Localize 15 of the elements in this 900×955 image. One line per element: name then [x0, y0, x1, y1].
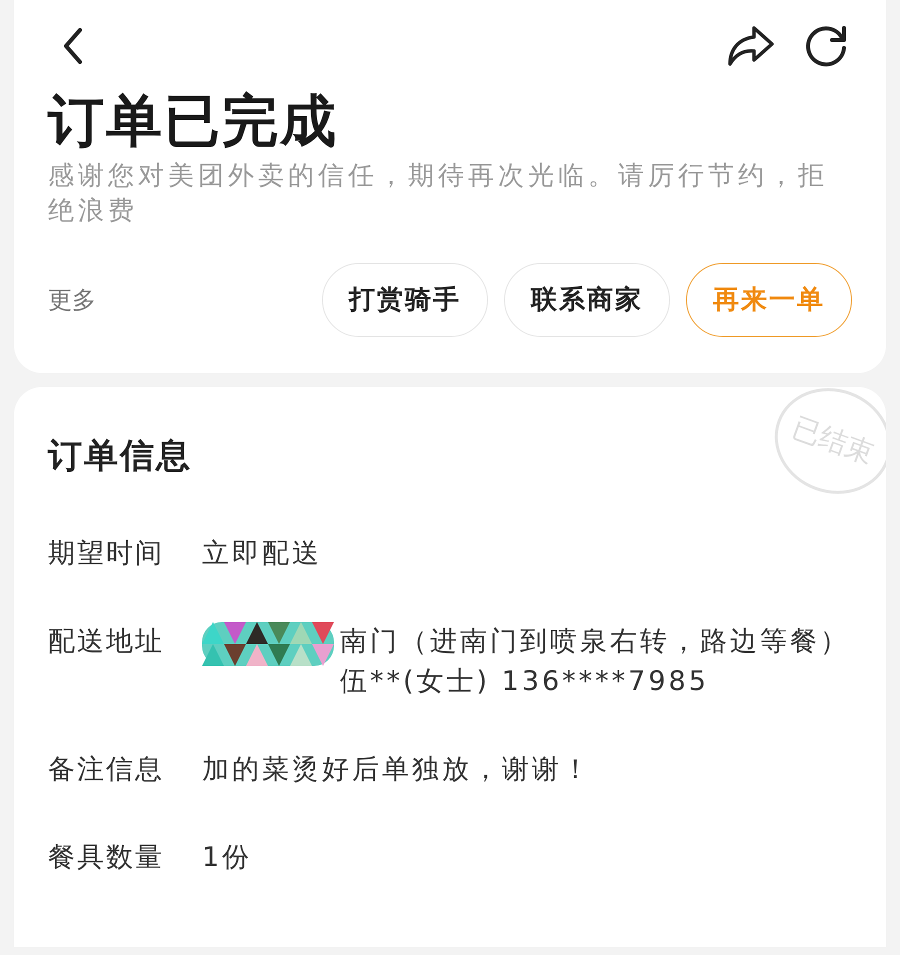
action-button[interactable]: 打赏骑手: [322, 263, 488, 338]
field-label: 配送地址: [48, 625, 165, 660]
section-title: 订单信息: [48, 435, 192, 478]
action-button[interactable]: 联系商家: [504, 263, 670, 338]
field-value: 1份: [202, 841, 254, 876]
contact-info: 伍**(女士) 136****7985: [339, 665, 710, 700]
page-title: 订单已完成: [48, 88, 338, 156]
field-label: 餐具数量: [48, 841, 165, 876]
field-label: 备注信息: [48, 753, 165, 788]
thanks-message: 感谢您对美团外卖的信任，期待再次光临。请厉行节约，拒绝浪费: [48, 160, 829, 228]
field-value: 加的菜烫好后单独放，谢谢！: [202, 753, 593, 788]
field-value: 立即配送: [202, 537, 323, 572]
more-link[interactable]: 更多: [48, 282, 96, 318]
address-text: 南门（进南门到喷泉右转，路边等餐）: [340, 626, 850, 658]
field-label: 期望时间: [48, 537, 165, 572]
